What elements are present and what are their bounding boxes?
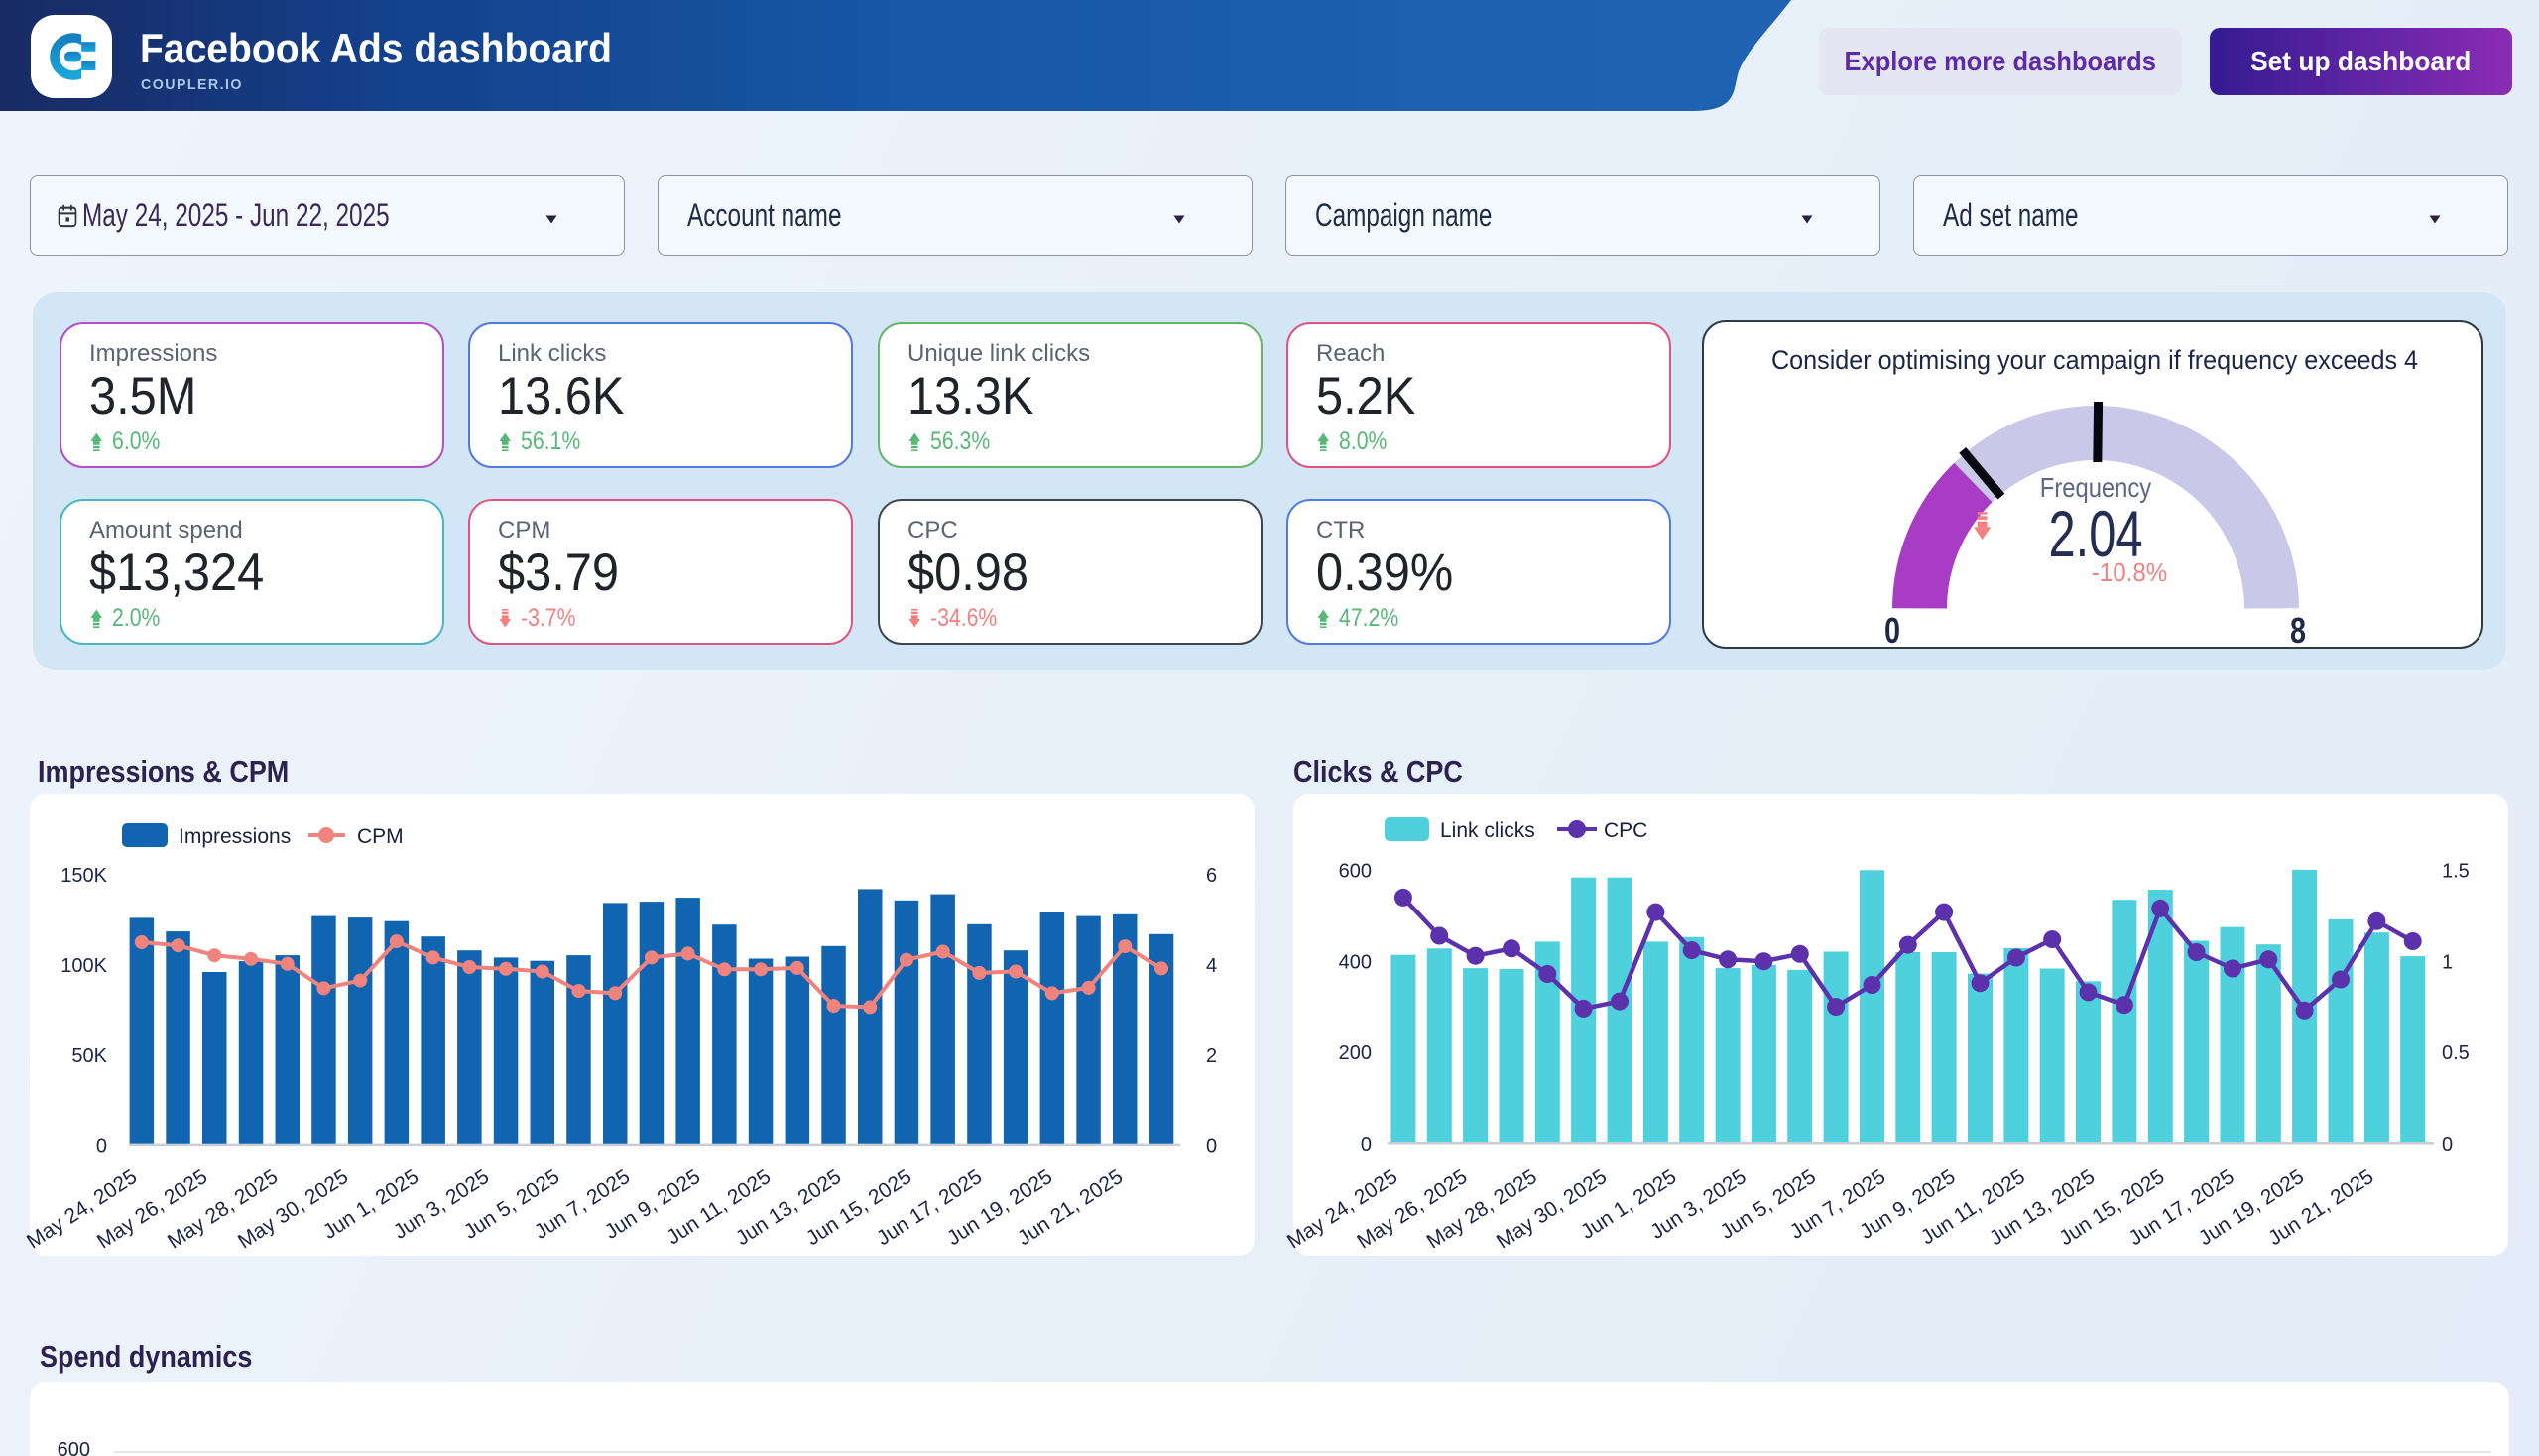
svg-text:6: 6: [1206, 865, 1217, 887]
svg-text:0: 0: [2442, 1134, 2453, 1155]
svg-text:2: 2: [1206, 1045, 1217, 1067]
svg-text:1.5: 1.5: [2442, 861, 2470, 883]
svg-text:50K: 50K: [71, 1045, 107, 1067]
svg-text:400: 400: [1339, 951, 1372, 973]
svg-text:600: 600: [1339, 861, 1372, 883]
svg-text:4: 4: [1206, 955, 1217, 977]
svg-text:-10.8%: -10.8%: [2092, 558, 2168, 587]
svg-text:150K: 150K: [60, 865, 107, 887]
svg-text:0.5: 0.5: [2442, 1042, 2470, 1064]
svg-text:200: 200: [1339, 1042, 1372, 1064]
svg-text:Link clicks: Link clicks: [1440, 819, 1535, 842]
svg-text:600: 600: [58, 1439, 90, 1456]
svg-text:0: 0: [96, 1136, 107, 1157]
svg-text:1: 1: [2442, 951, 2453, 973]
svg-text:CPC: CPC: [1604, 819, 1647, 842]
svg-text:0: 0: [1361, 1134, 1372, 1155]
svg-text:0: 0: [1884, 610, 1900, 651]
svg-text:0: 0: [1206, 1136, 1217, 1157]
svg-text:100K: 100K: [60, 955, 107, 977]
svg-text:8: 8: [2290, 610, 2306, 651]
svg-text:Impressions: Impressions: [179, 825, 291, 848]
svg-text:CPM: CPM: [357, 825, 404, 848]
